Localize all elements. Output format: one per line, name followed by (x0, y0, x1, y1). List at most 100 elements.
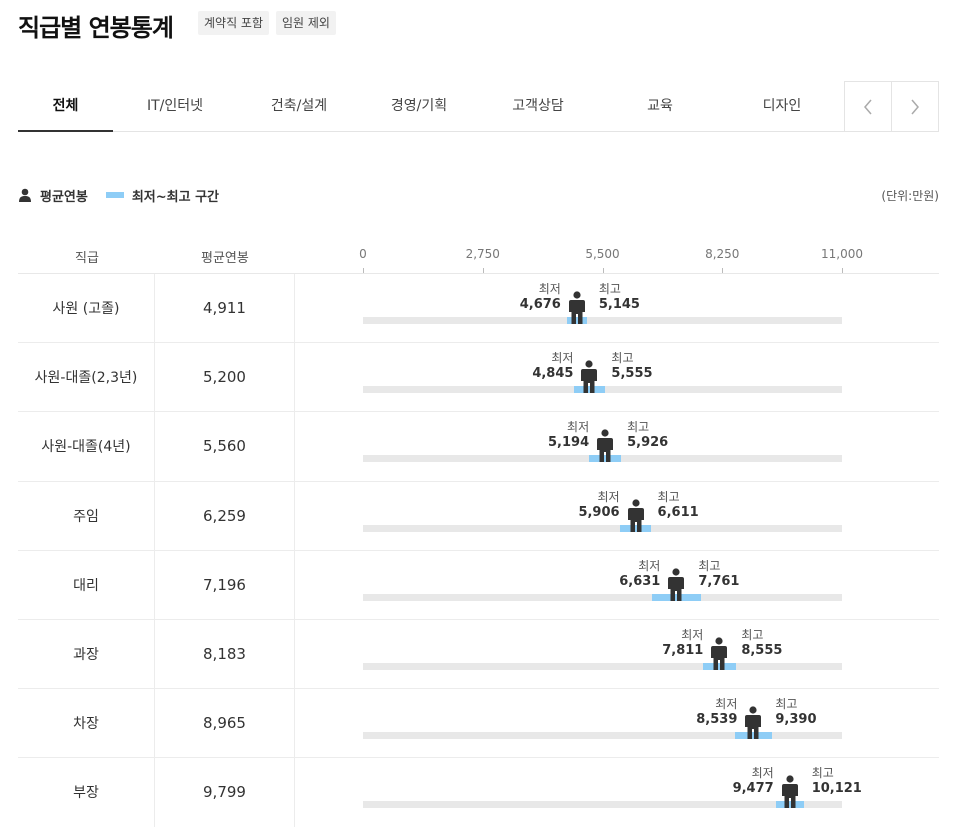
axis-tick-label: 11,000 (821, 247, 863, 261)
person-icon (668, 568, 685, 601)
tag-exec-excluded: 임원 제외 (276, 11, 336, 35)
row-average-salary: 4,911 (155, 274, 295, 343)
axis-tick-mark (722, 268, 724, 273)
min-label: 최저 (551, 351, 574, 366)
max-value: 8,555 (741, 642, 783, 658)
tab-architecture[interactable]: 건축/설계 (237, 81, 361, 132)
salary-range-track: 최저 6,631 최고 7,761 (363, 559, 842, 601)
salary-range-track: 최저 4,676 최고 5,145 (363, 282, 842, 324)
table-row: 과장 8,183 최저 7,811 최고 8,555 (18, 619, 939, 690)
min-label: 최저 (751, 766, 774, 781)
person-icon (581, 360, 598, 394)
person-icon (711, 637, 728, 670)
max-value: 5,145 (598, 297, 640, 312)
max-label: 최고 (698, 558, 721, 573)
page-title: 직급별 연봉통계 (18, 14, 174, 42)
min-value: 5,194 (548, 435, 590, 451)
salary-range-track: 최저 4,845 최고 5,555 (363, 351, 842, 394)
unit-label: (단위:만원) (881, 189, 939, 203)
tab-all[interactable]: 전체 (18, 81, 113, 132)
salary-range-track: 최저 8,539 최고 9,390 (363, 697, 842, 740)
table-row: 사원 (고졸) 4,911 최저 4,676 최고 5,145 (18, 274, 939, 344)
row-average-salary: 8,183 (155, 619, 295, 689)
min-value: 9,477 (732, 781, 774, 797)
axis-tick-mark (482, 268, 484, 273)
tab-customer-service[interactable]: 고객상담 (476, 81, 600, 132)
axis-tick-label: 5,500 (585, 247, 620, 261)
max-label: 최고 (611, 351, 634, 366)
max-label: 최고 (657, 489, 680, 504)
max-label: 최고 (811, 766, 834, 781)
row-position-title: 사원-대졸(2,3년) (18, 343, 155, 412)
row-position-title: 과장 (18, 619, 155, 689)
legend-range-label: 최저~최고 구간 (131, 189, 220, 205)
row-average-salary: 8,965 (155, 689, 295, 758)
legend-range-swatch (105, 192, 124, 198)
min-label: 최저 (567, 420, 590, 435)
tab-education[interactable]: 교육 (598, 81, 722, 132)
salary-range-track: 최저 5,906 최고 6,611 (363, 490, 842, 532)
header-avg-col: 평균연봉 (201, 251, 249, 266)
min-label: 최저 (681, 627, 704, 642)
min-label: 최저 (538, 282, 561, 296)
max-value: 6,611 (657, 504, 699, 520)
table-row: 사원-대졸(4년) 5,560 최저 5,194 최고 5,926 (18, 412, 939, 482)
axis-tick-mark (602, 268, 604, 273)
table-header: 직급 평균연봉 0 2,750 5,500 8,250 11,000 (18, 236, 939, 274)
min-value: 4,676 (519, 297, 561, 312)
row-position-title: 차장 (18, 689, 155, 758)
person-icon (597, 429, 614, 463)
table-row: 주임 6,259 최저 5,906 최고 6,611 (18, 481, 939, 551)
tab-next-button[interactable] (891, 81, 939, 132)
row-position-title: 사원 (고졸) (18, 274, 155, 343)
min-value: 7,811 (662, 642, 704, 658)
max-value: 10,121 (811, 781, 862, 797)
max-label: 최고 (598, 282, 621, 296)
min-value: 8,539 (696, 712, 738, 728)
table-row: 사원-대졸(2,3년) 5,200 최저 4,845 최고 5,555 (18, 343, 939, 413)
table-row: 대리 7,196 최저 6,631 최고 7,761 (18, 550, 939, 620)
row-average-salary: 5,200 (155, 343, 295, 412)
min-value: 5,906 (578, 504, 620, 520)
min-value: 6,631 (619, 573, 661, 589)
table-row: 차장 8,965 최저 8,539 최고 9,390 (18, 689, 939, 759)
tab-design[interactable]: 디자인 (720, 81, 844, 132)
person-icon (627, 498, 644, 532)
tab-management[interactable]: 경영/기획 (357, 81, 481, 132)
row-position-title: 부장 (18, 758, 155, 827)
chevron-left-icon (864, 99, 872, 114)
table-body: 사원 (고졸) 4,911 최저 4,676 최고 5,145 사원-대졸(2,… (18, 274, 939, 827)
max-value: 5,926 (627, 435, 669, 451)
salary-table: 직급 평균연봉 0 2,750 5,500 8,250 11,000 사원 (고졸) 4… (18, 236, 939, 827)
header-title-col: 직급 (75, 251, 99, 266)
max-label: 최고 (627, 420, 650, 435)
chart-legend: 평균연봉 최저~최고 구간 (18, 185, 219, 205)
max-value: 7,761 (698, 573, 740, 589)
table-row: 부장 9,799 최저 9,477 최고 10,121 (18, 758, 939, 827)
person-icon (19, 188, 31, 202)
person-icon (568, 291, 585, 324)
row-position-title: 대리 (18, 550, 155, 619)
min-label: 최저 (597, 489, 620, 504)
min-value: 4,845 (532, 366, 574, 382)
axis-tick-label: 0 (359, 247, 367, 261)
tag-contract-included: 계약직 포함 (198, 11, 270, 35)
max-label: 최고 (741, 627, 764, 642)
row-average-salary: 5,560 (155, 412, 295, 481)
salary-range-track: 최저 7,811 최고 8,555 (363, 628, 842, 670)
axis-tick-mark (842, 268, 843, 273)
tab-prev-button[interactable] (844, 81, 892, 132)
min-label: 최저 (715, 697, 738, 712)
min-label: 최저 (638, 558, 661, 573)
row-average-salary: 7,196 (155, 550, 295, 619)
legend-avg-label: 평균연봉 (40, 189, 88, 205)
row-average-salary: 9,799 (155, 758, 295, 827)
max-value: 5,555 (611, 366, 653, 382)
row-position-title: 사원-대졸(4년) (18, 412, 155, 481)
person-icon (781, 775, 798, 809)
axis-tick-label: 2,750 (465, 247, 500, 261)
category-tabs: 전체 IT/인터넷 건축/설계 경영/기획 고객상담 교육 디자인 (18, 81, 939, 132)
axis-tick-mark (363, 268, 364, 273)
tab-it-internet[interactable]: IT/인터넷 (113, 81, 237, 132)
chevron-right-icon (911, 99, 919, 114)
